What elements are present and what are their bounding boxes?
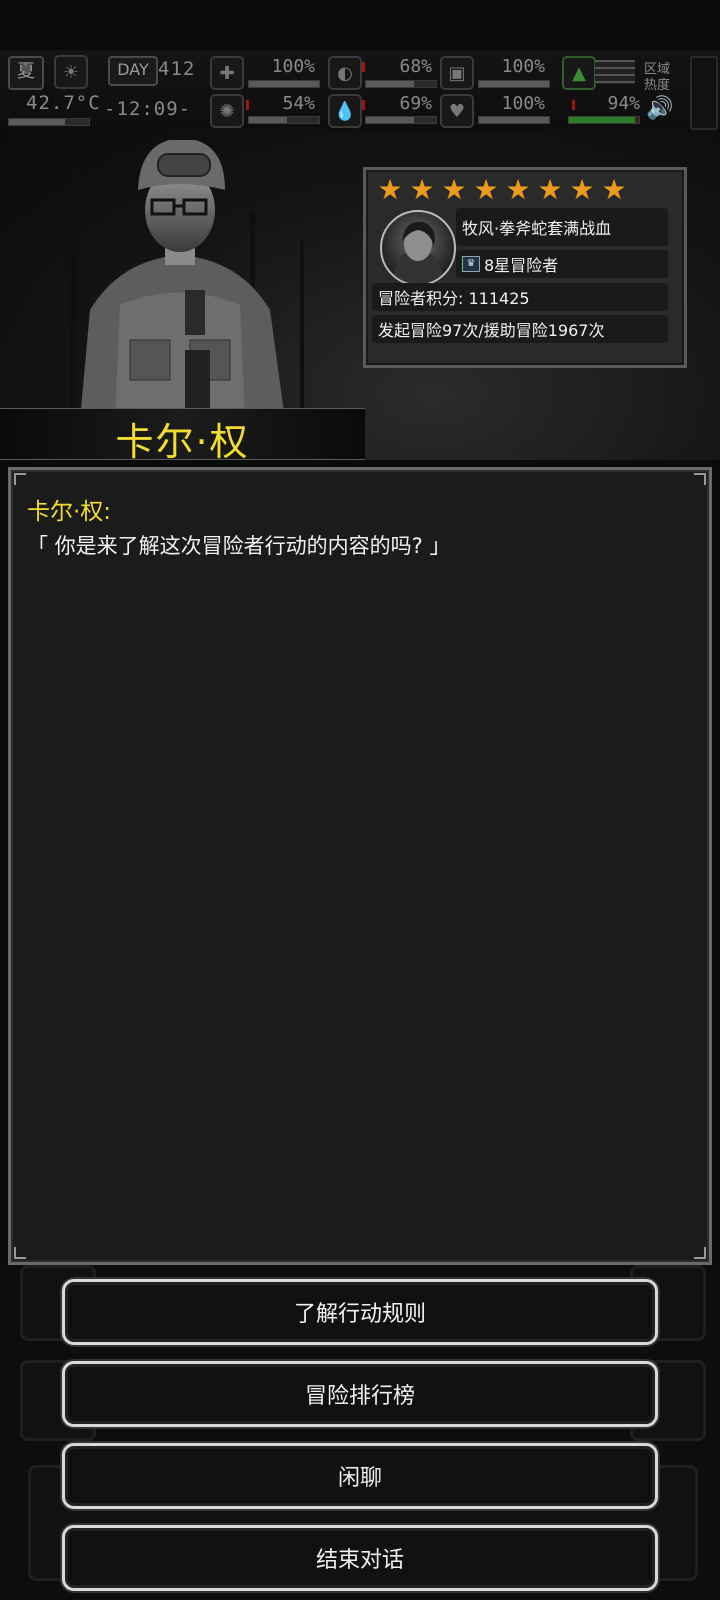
chat-button[interactable]: 闲聊 [62,1443,658,1509]
adventurer-score: 冒险者积分: 111425 [378,289,530,308]
heart-bar [478,116,550,124]
learn-rules-button[interactable]: 了解行动规则 [62,1279,658,1345]
water-bar [365,116,437,124]
corner-ornament [14,473,26,485]
medkit-icon: ✚ [210,56,244,90]
region-heat-label: 区域 热度 [644,62,671,93]
stamina-icon: ▣ [440,56,474,90]
heart-icon: ♥ [440,94,474,128]
leaderboard-button[interactable]: 冒险排行榜 [62,1361,658,1427]
signal-percent: 94% [607,93,640,114]
water-drop-icon: 💧 [328,94,362,128]
rank-crown-icon: ♛ [462,256,480,272]
star-icon: ★ [409,173,435,206]
history-row: 发起冒险97次/援助冒险1967次 [372,315,668,343]
brain-icon: ✺ [210,94,244,128]
status-bar: 夏 ☀ 42.7°C DAY 412 -12:09- ✚ 100% ◐ 68% … [0,50,720,130]
signal-bar [568,116,640,124]
npc-name: 卡尔·权 [115,420,250,464]
player-name-row: 牧风·拳斧蛇套满战血 [456,208,668,246]
player-name: 牧风·拳斧蛇套满战血 [462,219,612,238]
star-icon: ★ [569,173,595,206]
player-rank-row: ♛ 8星冒险者 [456,250,668,278]
clock-readout: -12:09- [104,98,192,120]
star-icon: ★ [473,173,499,206]
signal-strength-icon [595,60,635,84]
temperature-readout: 42.7°C [26,92,101,114]
star-icon: ★ [537,173,563,206]
medkit-percent: 100% [271,56,315,77]
npc-nameplate: 卡尔·权 [0,408,365,464]
player-rank: 8星冒险者 [484,256,559,275]
corner-ornament [694,1247,706,1259]
dialogue-speaker: 卡尔·权: [27,499,112,525]
corner-ornament [694,473,706,485]
stomach-icon: ◐ [328,56,362,90]
medkit-bar [248,80,320,88]
star-rating: ★ ★ ★ ★ ★ ★ ★ ★ [376,176,628,206]
star-icon: ★ [601,173,627,206]
brain-bar [248,116,320,124]
stomach-bar [365,80,437,88]
dialogue-panel: 卡尔·权: 「 你是来了解这次冒险者行动的内容的吗? 」 [8,467,712,1265]
heart-percent: 100% [501,93,545,114]
signal-icon: ▲ [562,56,596,90]
star-icon: ★ [441,173,467,206]
stamina-bar [478,80,550,88]
speaker-icon[interactable]: 🔊 [646,96,673,121]
temperature-bar [8,118,90,126]
score-row: 冒险者积分: 111425 [372,283,668,311]
star-icon: ★ [505,173,531,206]
player-avatar [380,210,456,286]
sun-icon: ☀ [54,55,88,89]
stamina-percent: 100% [501,56,545,77]
heat-meter [690,56,718,130]
stomach-percent: 68% [399,56,432,77]
dialogue-text: 「 你是来了解这次冒险者行动的内容的吗? 」 [27,534,451,558]
npc-portrait [80,140,285,420]
avatar-portrait [392,221,444,284]
star-icon: ★ [377,173,403,206]
day-badge: DAY [108,56,158,86]
water-percent: 69% [399,93,432,114]
brain-percent: 54% [282,93,315,114]
corner-ornament [14,1247,26,1259]
season-badge: 夏 [8,56,44,90]
adventurer-card: ★ ★ ★ ★ ★ ★ ★ ★ 牧风·拳斧蛇套满战血 ♛ 8星冒险者 冒险者积分: 11142… [363,167,687,368]
end-conversation-button[interactable]: 结束对话 [62,1525,658,1591]
season-label: 夏 [17,61,35,82]
day-label: DAY [117,60,149,79]
adventure-history: 发起冒险97次/援助冒险1967次 [378,321,605,340]
day-counter: 412 [158,58,196,80]
